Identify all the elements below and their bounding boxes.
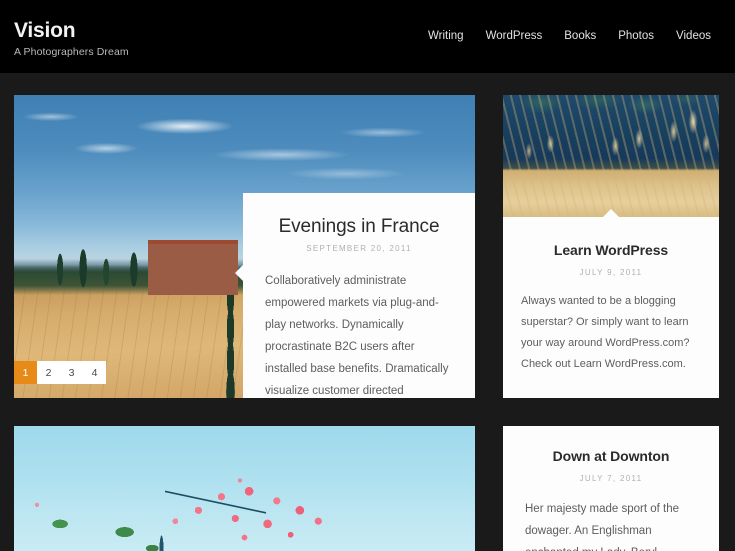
page-link-3[interactable]: 3 <box>60 361 83 384</box>
post-card-down-at-downton[interactable]: Down at Downton July 7, 2011 Her majesty… <box>503 426 719 551</box>
post-excerpt: Her majesty made sport of the dowager. A… <box>525 503 680 551</box>
nav-item-photos[interactable]: Photos <box>618 29 654 43</box>
page-link-4[interactable]: 4 <box>83 361 106 384</box>
post-title[interactable]: Evenings in France <box>265 215 453 238</box>
primary-navigation: Writing WordPress Books Photos Videos <box>428 18 717 43</box>
nav-item-wordpress[interactable]: WordPress <box>486 29 543 43</box>
post-grid: Evenings in France September 20, 2011 Co… <box>0 73 735 551</box>
post-card-evenings-in-france[interactable]: Evenings in France September 20, 2011 Co… <box>14 95 475 398</box>
post-card-learn-wordpress[interactable]: Learn WordPress July 9, 2011 Always want… <box>503 95 719 398</box>
site-description: A Photographers Dream <box>14 46 129 58</box>
pagination: 1 2 3 4 <box>14 361 106 384</box>
nav-item-videos[interactable]: Videos <box>676 29 711 43</box>
post-date: July 9, 2011 <box>579 268 643 277</box>
site-title: Vision <box>14 19 76 42</box>
site-header: Vision A Photographers Dream Writing Wor… <box>0 0 735 73</box>
pink-flowers-blue-sky-photo <box>14 426 475 551</box>
post-card-flowers[interactable] <box>14 426 475 551</box>
post-excerpt: Always wanted to be a blogging superstar… <box>521 295 690 370</box>
site-branding[interactable]: Vision A Photographers Dream <box>14 18 129 60</box>
nav-item-books[interactable]: Books <box>564 29 596 43</box>
page-link-2[interactable]: 2 <box>37 361 60 384</box>
post-title[interactable]: Learn WordPress <box>521 239 701 262</box>
post-excerpt: Collaboratively administrate empowered m… <box>265 275 449 397</box>
post-text-panel: Evenings in France September 20, 2011 Co… <box>235 193 475 398</box>
nav-item-writing[interactable]: Writing <box>428 29 464 43</box>
golden-wheat-field-photo <box>503 95 719 217</box>
page-link-1[interactable]: 1 <box>14 361 37 384</box>
post-date: September 20, 2011 <box>306 244 412 253</box>
post-text-panel: Learn WordPress July 9, 2011 Always want… <box>503 209 719 398</box>
post-title[interactable]: Down at Downton <box>525 445 697 468</box>
post-date: July 7, 2011 <box>579 474 643 483</box>
